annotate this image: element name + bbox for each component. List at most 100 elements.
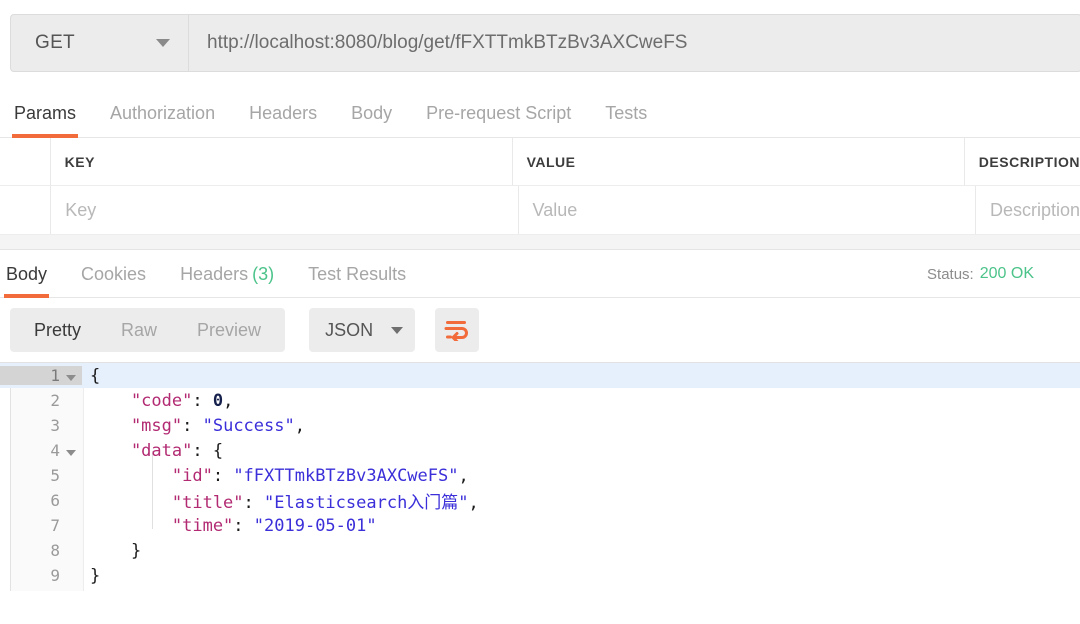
code-token-key: "title" bbox=[90, 493, 244, 513]
view-mode-preview[interactable]: Preview bbox=[177, 308, 281, 352]
code-line: 8 } bbox=[0, 538, 1080, 563]
code-line-text: "msg": "Success", bbox=[82, 416, 305, 436]
code-line-text: "code": 0, bbox=[82, 391, 233, 411]
code-token-punc: } bbox=[90, 566, 100, 586]
code-line-text: "title": "Elasticsearch入门篇", bbox=[82, 488, 479, 513]
word-wrap-button[interactable] bbox=[435, 308, 479, 352]
code-token-punc: , bbox=[458, 466, 468, 486]
code-line-text: } bbox=[82, 541, 141, 561]
fold-triangle-icon[interactable] bbox=[66, 375, 76, 381]
line-number: 9 bbox=[0, 566, 82, 585]
line-number: 6 bbox=[0, 491, 82, 510]
code-line: 7 "time": "2019-05-01" bbox=[0, 513, 1080, 538]
code-token-str: "2019-05-01" bbox=[254, 516, 377, 536]
word-wrap-icon bbox=[444, 319, 470, 341]
response-format-label: JSON bbox=[325, 320, 373, 341]
tab-headers[interactable]: Headers bbox=[249, 88, 317, 138]
code-line-text: "id": "fFXTTmkBTzBv3AXCweFS", bbox=[82, 466, 469, 486]
request-url-bar: GET http://localhost:8080/blog/get/fFXTT… bbox=[0, 0, 1080, 88]
response-status: Status: 200 OK bbox=[927, 250, 1034, 298]
response-format-select[interactable]: JSON bbox=[309, 308, 415, 352]
response-body-viewer[interactable]: 1{2 "code": 0,3 "msg": "Success",4 "data… bbox=[0, 362, 1080, 591]
response-tab-bar: Body Cookies Headers(3) Test Results Sta… bbox=[0, 250, 1080, 298]
code-token-punc: : bbox=[182, 416, 202, 436]
http-method-label: GET bbox=[35, 32, 75, 54]
chevron-down-icon bbox=[156, 39, 170, 47]
params-value-input[interactable]: Value bbox=[519, 186, 976, 234]
code-token-str: "Elasticsearch入门篇" bbox=[264, 493, 469, 513]
code-token-punc: { bbox=[90, 366, 100, 386]
tab-params[interactable]: Params bbox=[14, 88, 76, 138]
http-method-select[interactable]: GET bbox=[10, 14, 188, 72]
code-token-punc: : bbox=[192, 391, 212, 411]
status-badge: 200 OK bbox=[980, 265, 1034, 283]
line-number: 5 bbox=[0, 466, 82, 485]
code-token-punc: } bbox=[90, 541, 141, 561]
status-label: Status: bbox=[927, 266, 974, 283]
response-view-mode-group: Pretty Raw Preview bbox=[10, 308, 285, 352]
line-number: 4 bbox=[0, 441, 82, 460]
code-line: 5 "id": "fFXTTmkBTzBv3AXCweFS", bbox=[0, 463, 1080, 488]
code-line-text: } bbox=[82, 566, 100, 586]
line-number: 3 bbox=[0, 416, 82, 435]
params-header-checkbox-cell bbox=[0, 138, 51, 186]
chevron-down-icon bbox=[391, 327, 403, 334]
response-tab-body[interactable]: Body bbox=[6, 250, 47, 298]
params-header-key: KEY bbox=[51, 138, 513, 186]
code-token-punc: , bbox=[469, 493, 479, 513]
params-header-description: DESCRIPTION bbox=[965, 138, 1080, 186]
line-number: 2 bbox=[0, 391, 82, 410]
tab-tests[interactable]: Tests bbox=[605, 88, 647, 138]
line-number: 7 bbox=[0, 516, 82, 535]
code-token-punc: : bbox=[233, 516, 253, 536]
request-url-input[interactable]: http://localhost:8080/blog/get/fFXTTmkBT… bbox=[188, 14, 1080, 72]
response-tab-cookies[interactable]: Cookies bbox=[81, 250, 146, 298]
response-view-toolbar: Pretty Raw Preview JSON bbox=[0, 298, 1080, 362]
code-line: 6 "title": "Elasticsearch入门篇", bbox=[0, 488, 1080, 513]
response-headers-count-badge: (3) bbox=[252, 264, 274, 284]
response-body-code[interactable]: 1{2 "code": 0,3 "msg": "Success",4 "data… bbox=[0, 363, 1080, 588]
view-mode-pretty[interactable]: Pretty bbox=[14, 308, 101, 352]
response-tab-test-results[interactable]: Test Results bbox=[308, 250, 406, 298]
params-key-input[interactable]: Key bbox=[51, 186, 518, 234]
tab-pre-request-script[interactable]: Pre-request Script bbox=[426, 88, 571, 138]
tab-body[interactable]: Body bbox=[351, 88, 392, 138]
params-description-input[interactable]: Description bbox=[976, 186, 1080, 234]
code-line: 3 "msg": "Success", bbox=[0, 413, 1080, 438]
section-divider bbox=[0, 234, 1080, 250]
code-token-punc: : { bbox=[192, 441, 223, 461]
code-token-key: "time" bbox=[90, 516, 233, 536]
params-table: KEY VALUE DESCRIPTION Key Value Descript… bbox=[0, 138, 1080, 234]
line-number: 8 bbox=[0, 541, 82, 560]
view-mode-raw[interactable]: Raw bbox=[101, 308, 177, 352]
code-token-key: "code" bbox=[90, 391, 192, 411]
code-token-num: 0 bbox=[213, 391, 223, 411]
code-line-text: { bbox=[82, 366, 100, 386]
code-token-key: "id" bbox=[90, 466, 213, 486]
params-header-value: VALUE bbox=[513, 138, 965, 186]
tab-authorization[interactable]: Authorization bbox=[110, 88, 215, 138]
code-token-punc: , bbox=[223, 391, 233, 411]
code-line: 4 "data": { bbox=[0, 438, 1080, 463]
line-number: 1 bbox=[0, 366, 82, 385]
params-row-checkbox-cell[interactable] bbox=[0, 186, 51, 234]
request-url-value: http://localhost:8080/blog/get/fFXTTmkBT… bbox=[207, 32, 687, 54]
code-line: 2 "code": 0, bbox=[0, 388, 1080, 413]
table-row[interactable]: Key Value Description bbox=[0, 186, 1080, 234]
fold-triangle-icon[interactable] bbox=[66, 450, 76, 456]
code-line-text: "time": "2019-05-01" bbox=[82, 516, 377, 536]
request-tab-bar: Params Authorization Headers Body Pre-re… bbox=[0, 88, 1080, 138]
response-tab-headers[interactable]: Headers(3) bbox=[180, 250, 274, 298]
code-token-str: "fFXTTmkBTzBv3AXCweFS" bbox=[233, 466, 458, 486]
code-line-text: "data": { bbox=[82, 441, 223, 461]
params-table-header-row: KEY VALUE DESCRIPTION bbox=[0, 138, 1080, 186]
code-line: 1{ bbox=[0, 363, 1080, 388]
code-token-key: "data" bbox=[90, 441, 192, 461]
code-token-punc: , bbox=[295, 416, 305, 436]
response-tab-headers-label: Headers bbox=[180, 264, 248, 284]
code-token-punc: : bbox=[244, 493, 264, 513]
code-line: 9} bbox=[0, 563, 1080, 588]
code-token-str: "Success" bbox=[203, 416, 295, 436]
code-token-key: "msg" bbox=[90, 416, 182, 436]
code-token-punc: : bbox=[213, 466, 233, 486]
